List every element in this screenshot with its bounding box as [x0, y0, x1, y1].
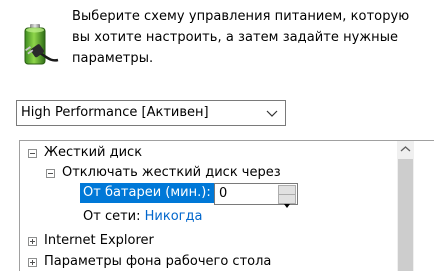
collapse-icon[interactable] [28, 149, 37, 158]
power-options-advanced-settings: Выберите схему управления питанием, кото… [0, 0, 434, 271]
stepper-buttons [278, 185, 296, 208]
caret-down-icon [284, 204, 290, 208]
chevron-down-icon [266, 110, 278, 117]
tree-item-label: Отключать жесткий диск через [62, 165, 281, 180]
scroll-up-button[interactable] [397, 141, 414, 158]
tree-item-label: Жесткий диск [44, 145, 143, 160]
scroll-thumb[interactable] [398, 159, 413, 271]
on-battery-minutes-stepper[interactable]: 0 [214, 183, 298, 208]
plugged-in-value-link[interactable]: Никогда [145, 209, 203, 224]
chevron-up-icon [400, 146, 411, 152]
tree-scrollbar[interactable] [397, 141, 414, 271]
instruction-text: Выберите схему управления питанием, кото… [72, 6, 422, 69]
on-battery-label[interactable]: От батареи (мин.): [80, 183, 214, 203]
plugged-in-label: От сети: [83, 209, 141, 224]
power-plan-selected: High Performance [Активен] [21, 105, 209, 120]
instruction-line: Выберите схему управления питанием, кото… [72, 9, 410, 24]
power-plan-dropdown[interactable]: High Performance [Активен] [16, 100, 286, 126]
battery-plug-icon [24, 24, 59, 65]
expand-icon[interactable] [28, 237, 37, 246]
instruction-line: параметры. [72, 51, 154, 66]
instruction-line: вы хотите настроить, а затем задайте нуж… [72, 30, 399, 45]
tree-item-label: Параметры фона рабочего стола [44, 254, 272, 269]
tree-item-label: Internet Explorer [44, 233, 154, 248]
decrement-button[interactable] [278, 194, 296, 208]
collapse-icon[interactable] [46, 169, 55, 178]
tree-item-plugged-in[interactable]: От сети: Никогда [83, 207, 202, 227]
expand-icon[interactable] [28, 258, 37, 267]
settings-tree[interactable]: Жесткий диск Отключать жесткий диск чере… [19, 140, 434, 271]
on-battery-value[interactable]: 0 [219, 184, 227, 204]
